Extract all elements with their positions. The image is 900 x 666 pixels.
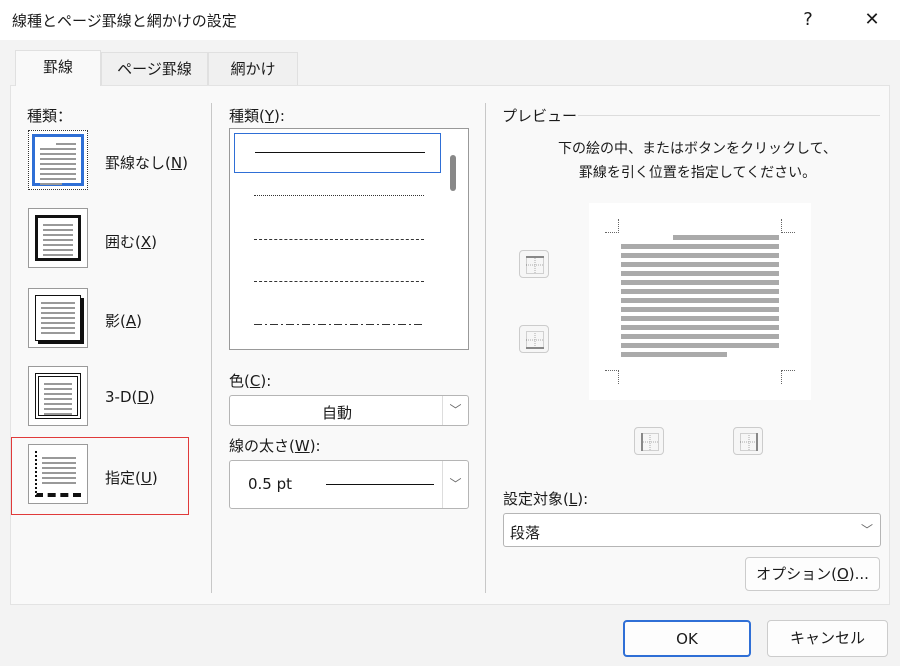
left-border-button[interactable] <box>634 427 664 455</box>
preview-heading: プレビュー <box>502 107 578 125</box>
apply-to-label: 設定対象(L): <box>503 490 589 508</box>
setting-3d-label[interactable]: 3-D(D) <box>105 388 155 406</box>
setting-box-label[interactable]: 囲む(X) <box>105 231 157 252</box>
chevron-down-icon: ﹀ <box>442 461 468 508</box>
top-border-button[interactable] <box>519 250 549 278</box>
width-dropdown[interactable]: 0.5 pt ﹀ <box>229 460 469 509</box>
color-dropdown[interactable]: 自動 ﹀ <box>229 395 469 426</box>
setting-box-button[interactable] <box>28 208 88 268</box>
help-icon[interactable]: ? <box>793 6 823 34</box>
chevron-down-icon: ﹀ <box>442 396 468 425</box>
line-style-solid[interactable] <box>234 133 441 173</box>
apply-to-value: 段落 <box>510 524 541 542</box>
corner-mark <box>605 219 619 233</box>
right-border-button[interactable] <box>733 427 763 455</box>
corner-mark <box>781 370 795 384</box>
width-sample-line <box>326 484 434 485</box>
tab-page-borders[interactable]: ページ罫線 <box>101 52 208 86</box>
setting-shadow-button[interactable] <box>28 288 88 348</box>
title-bar: 線種とページ罫線と網かけの設定 ? ✕ <box>0 0 900 40</box>
setting-custom-label[interactable]: 指定(U) <box>105 467 158 488</box>
options-button[interactable]: オプション(O)... <box>745 557 880 591</box>
corner-mark <box>605 370 619 384</box>
setting-shadow-label[interactable]: 影(A) <box>105 310 142 331</box>
width-label: 線の太さ(W): <box>229 437 321 455</box>
preview-text-lines <box>621 235 779 357</box>
ok-button[interactable]: OK <box>623 620 751 657</box>
tab-shading[interactable]: 網かけ <box>208 52 298 86</box>
setting-none-label[interactable]: 罫線なし(N) <box>105 152 188 173</box>
color-label: 色(C): <box>229 372 272 390</box>
width-value: 0.5 pt <box>248 475 293 493</box>
style-label: 種類(Y): <box>229 107 285 125</box>
setting-none-button[interactable] <box>28 130 88 190</box>
setting-custom-button[interactable] <box>28 444 88 504</box>
line-style-list[interactable] <box>229 128 469 350</box>
dialog-title: 線種とページ罫線と網かけの設定 <box>12 12 237 30</box>
apply-to-dropdown[interactable]: 段落 ﹀ <box>503 513 881 547</box>
preview-instructions: 下の絵の中、またはボタンをクリックして、 罫線を引く位置を指定してください。 <box>510 137 885 185</box>
color-value: 自動 <box>321 404 352 422</box>
line-style-dash-dot[interactable] <box>254 324 424 325</box>
line-style-dotted[interactable] <box>254 195 424 196</box>
corner-mark <box>781 219 795 233</box>
tab-borders[interactable]: 罫線 <box>15 50 101 86</box>
bottom-border-button[interactable] <box>519 325 549 353</box>
close-icon[interactable]: ✕ <box>857 6 887 34</box>
scrollbar-thumb[interactable] <box>450 155 456 191</box>
divider <box>485 103 486 593</box>
chevron-down-icon: ﹀ <box>860 523 873 537</box>
preview-heading-rule <box>578 115 880 116</box>
setting-3d-button[interactable] <box>28 366 88 426</box>
cancel-button[interactable]: キャンセル <box>767 620 888 657</box>
line-style-dashed-small[interactable] <box>254 239 424 240</box>
divider <box>211 103 212 593</box>
line-style-dashed[interactable] <box>254 281 424 282</box>
instruction-line-1: 下の絵の中、またはボタンをクリックして、 <box>558 141 837 157</box>
setting-heading: 種類： <box>27 107 73 125</box>
preview-canvas[interactable] <box>589 203 811 400</box>
instruction-line-2: 罫線を引く位置を指定してください。 <box>578 165 817 181</box>
